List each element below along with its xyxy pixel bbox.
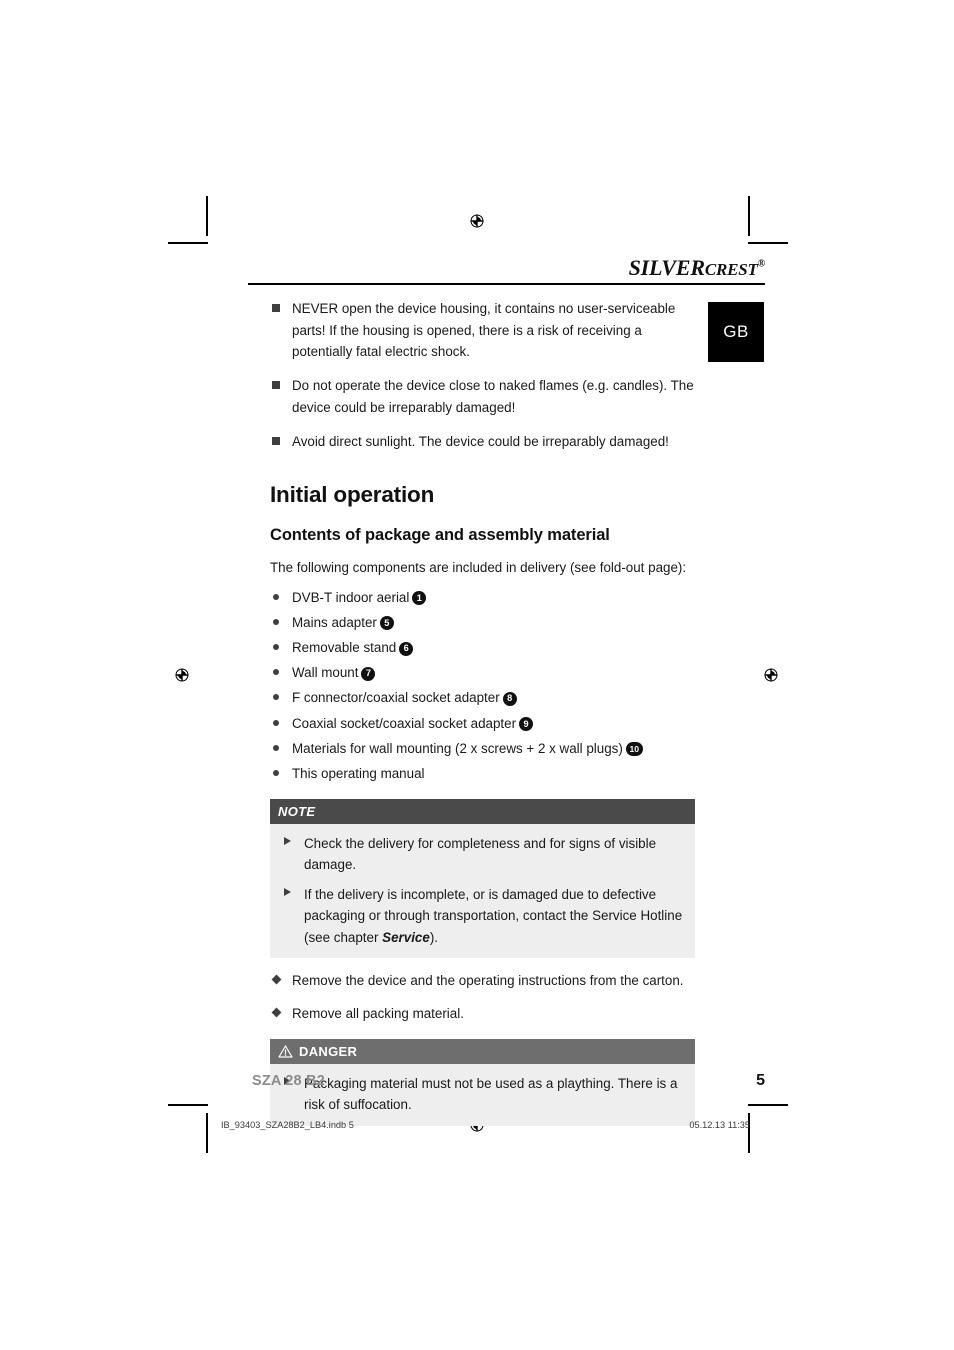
imprint-filename: IB_93403_SZA28B2_LB4.indb 5 [221,1120,354,1130]
diamond-bullet-icon [271,1007,282,1018]
safety-warning-text: Do not operate the device close to naked… [292,378,694,415]
list-item: Avoid direct sunlight. The device could … [270,431,695,453]
unpacking-step-text: Remove all packing material. [292,1006,464,1022]
package-item-label: DVB-T indoor aerial [292,589,410,605]
safety-warning-text: Avoid direct sunlight. The device could … [292,433,669,449]
square-bullet-icon [272,436,280,445]
list-item: Materials for wall mounting (2 x screws … [270,738,695,760]
note-callout: NOTE Check the delivery for completeness… [270,798,695,958]
round-bullet-icon [273,593,279,600]
page-content: NEVER open the device housing, it contai… [270,298,695,1126]
danger-callout: DANGER Packaging material must not be us… [270,1038,695,1126]
list-item: Check the delivery for completeness and … [280,833,685,876]
section-heading: Initial operation [270,482,435,508]
list-item: NEVER open the device housing, it contai… [270,298,695,363]
round-bullet-icon [273,669,279,676]
part-number-badge: 9 [519,717,534,732]
safety-warning-list: NEVER open the device housing, it contai… [270,298,695,452]
part-number-badge: 6 [399,641,414,656]
list-item: Packaging material must not be used as a… [280,1073,685,1116]
list-item: Remove all packing material. [270,1003,695,1024]
package-item-label: F connector/coaxial socket adapter [292,690,500,706]
package-contents-list: DVB-T indoor aerial 1 Mains adapter 5 Remo… [270,587,695,785]
round-bullet-icon [273,618,279,625]
list-item: Remove the device and the operating inst… [270,970,695,991]
brand-logo: SILVERCREST® [420,255,766,281]
list-item: This operating manual [270,763,695,785]
danger-item-text: Packaging material must not be used as a… [304,1075,678,1113]
list-item: Removable stand 6 [270,637,695,659]
warning-triangle-icon [278,1045,293,1058]
brand-logo-crest: CREST [704,260,758,279]
package-item-label: Wall mount [292,665,359,681]
unpacking-step-text: Remove the device and the operating inst… [292,972,684,988]
subsection-heading: Contents of package and assembly materia… [270,526,610,545]
list-item: Coaxial socket/coaxial socket adapter 9 [270,713,695,735]
crop-mark-bottom-right-horizontal [748,1104,788,1106]
note-callout-header: NOTE [270,798,695,824]
arrow-bullet-icon [284,887,291,896]
square-bullet-icon [272,304,280,312]
arrow-bullet-icon [284,836,291,845]
language-tab-gb: GB [708,302,764,362]
note-item-text-after: ). [429,929,438,945]
round-bullet-icon [273,644,279,651]
crop-mark-top-right-horizontal [748,242,788,244]
registration-mark-left [171,664,193,686]
crop-mark-top-left-horizontal [168,242,208,244]
part-number-badge: 7 [361,666,376,681]
package-item-label: Removable stand [292,640,397,656]
package-item-label: Mains adapter [292,614,377,630]
crop-mark-bottom-left-horizontal [168,1104,208,1106]
note-item-text: Check the delivery for completeness and … [304,835,657,873]
package-item-label: Coaxial socket/coaxial socket adapter [292,715,517,731]
round-bullet-icon [273,770,279,777]
imprint-timestamp: 05.12.13 11:35 [689,1120,750,1130]
crop-mark-bottom-right-vertical [748,1113,750,1153]
part-number-badge: 8 [502,692,517,707]
list-item: F connector/coaxial socket adapter 8 [270,687,695,709]
intro-paragraph: The following components are included in… [270,560,687,576]
diamond-bullet-icon [271,974,282,985]
list-item: DVB-T indoor aerial 1 [270,587,695,609]
note-callout-body: Check the delivery for completeness and … [270,823,695,958]
registered-trademark-icon: ® [757,258,765,270]
part-number-badge: 1 [412,591,427,606]
package-item-label: Materials for wall mounting (2 x screws … [292,740,623,756]
registration-mark-top [466,210,488,232]
crop-mark-top-right-vertical [748,196,750,236]
page-number: 5 [756,1072,765,1089]
danger-callout-header: DANGER [270,1038,695,1064]
crop-mark-bottom-left-vertical [206,1113,208,1153]
note-callout-title: NOTE [278,803,316,819]
part-number-badge: 10 [625,742,643,757]
part-number-badge: 5 [379,616,394,631]
package-item-label: This operating manual [292,766,425,782]
square-bullet-icon [272,381,280,390]
note-item-text: If the delivery is incomplete, or is dam… [304,886,683,945]
list-item: Wall mount 7 [270,662,695,684]
brand-logo-silver: SILVER [628,255,705,280]
crop-mark-top-left-vertical [206,196,208,236]
round-bullet-icon [273,719,279,726]
registration-mark-right [760,664,782,686]
header-divider [248,283,765,285]
note-item-emphasis: Service [382,929,430,945]
language-tab-label: GB [723,322,749,341]
safety-warning-text: NEVER open the device housing, it contai… [292,301,676,360]
danger-callout-body: Packaging material must not be used as a… [270,1063,695,1126]
footer-model-name: SZA 28 B2 [252,1073,325,1089]
list-item: Do not operate the device close to naked… [270,375,695,418]
danger-callout-title: DANGER [299,1043,358,1059]
list-item: If the delivery is incomplete, or is dam… [280,884,685,948]
round-bullet-icon [273,744,279,751]
round-bullet-icon [273,694,279,701]
list-item: Mains adapter 5 [270,612,695,634]
